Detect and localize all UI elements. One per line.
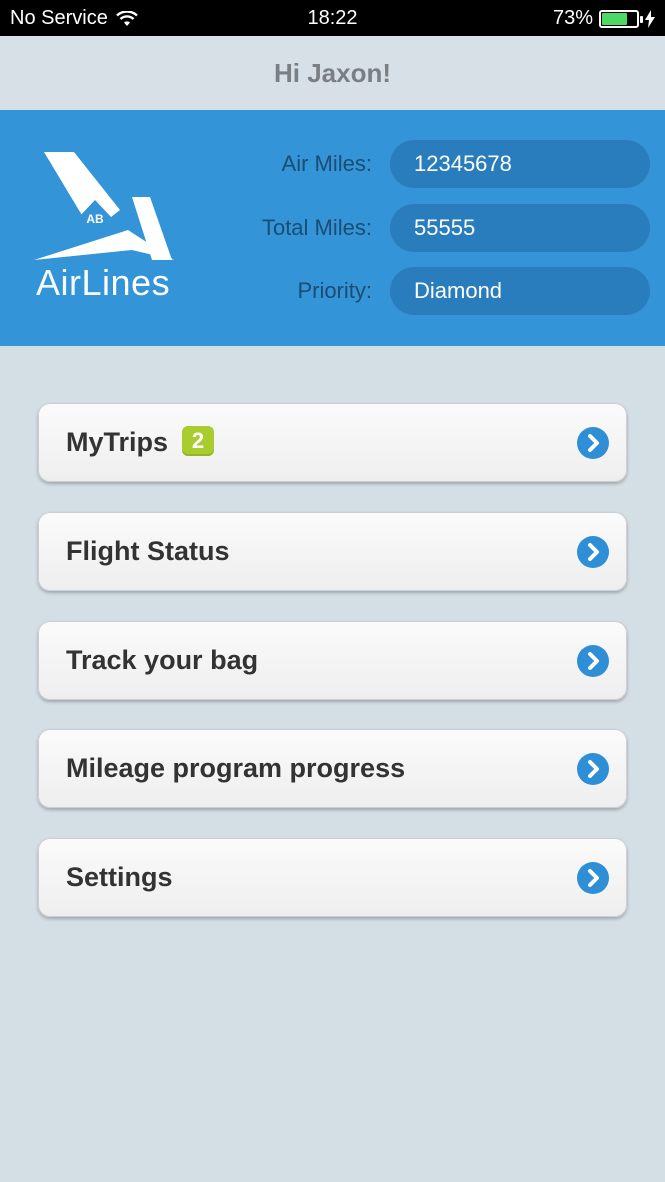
battery-percent: 73% (552, 7, 593, 29)
menu-item-mytrips[interactable]: MyTrips 2 (38, 403, 627, 482)
chevron-right-circle-icon[interactable] (577, 862, 609, 894)
air-miles-row: Air Miles: 12345678 (250, 140, 650, 188)
total-miles-value: 55555 (390, 204, 650, 252)
menu-item-label: Track your bag (66, 645, 259, 675)
total-miles-label: Total Miles: (261, 215, 372, 240)
chevron-right-circle-icon[interactable] (577, 753, 609, 785)
chevron-right-circle-icon[interactable] (577, 536, 609, 568)
mytrips-label: MyTrips (66, 427, 169, 457)
battery-fill (602, 12, 627, 25)
logo-word-bold: Lines (81, 262, 171, 303)
menu-item-settings[interactable]: Settings (38, 838, 627, 917)
air-miles-label: Air Miles: (281, 151, 372, 176)
battery-icon (599, 9, 643, 28)
menu-item-label: Settings (66, 862, 173, 892)
menu-item-track-bag[interactable]: Track your bag (38, 621, 627, 700)
logo-word-light: Air (36, 262, 82, 303)
charging-bolt-icon (645, 9, 655, 28)
menu-item-flight-status[interactable]: Flight Status (38, 512, 627, 591)
chevron-right-circle-icon[interactable] (577, 645, 609, 677)
trips-count-badge: 2 (182, 425, 215, 456)
menu-item-label: Mileage program progress (66, 753, 406, 783)
menu-item-label: Flight Status (66, 536, 230, 566)
priority-label: Priority: (297, 278, 372, 303)
menu-item-label: MyTrips 2 (66, 403, 215, 482)
priority-row: Priority: Diamond (250, 267, 650, 315)
air-miles-value: 12345678 (390, 140, 650, 188)
logo-wordmark: AirLines (36, 262, 170, 304)
logo-monogram: AB (86, 212, 104, 226)
account-summary-panel: AB AirLines Air Miles: 12345678 Total Mi… (0, 110, 665, 346)
greeting-header: Hi Jaxon! (0, 36, 665, 110)
priority-value: Diamond (390, 267, 650, 315)
chevron-right-circle-icon[interactable] (577, 427, 609, 459)
menu-item-mileage-progress[interactable]: Mileage program progress (38, 729, 627, 808)
battery-group: 73% (553, 7, 655, 30)
total-miles-row: Total Miles: 55555 (250, 204, 650, 252)
status-bar: No Service 18:22 73% (0, 0, 665, 36)
